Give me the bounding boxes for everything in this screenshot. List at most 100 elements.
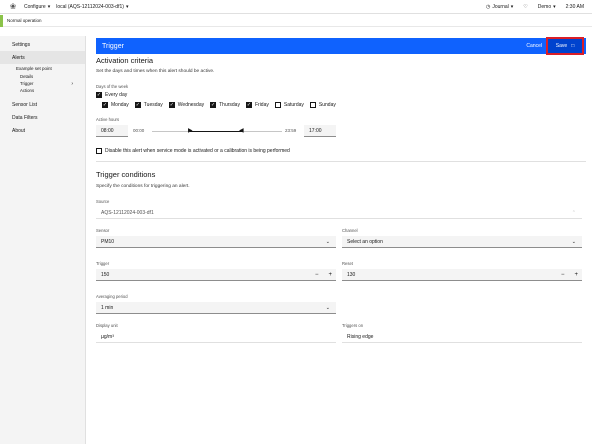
day-label: Saturday	[283, 102, 304, 108]
page-header: Trigger Cancel Save □	[96, 37, 586, 55]
slider-min-label: 00:00	[133, 128, 145, 133]
sidebar: Settings Alerts Example set point Detail…	[0, 36, 86, 444]
chevron-down-icon: ⌄	[325, 238, 330, 245]
save-icon: □	[571, 43, 575, 49]
configure-label: Configure	[24, 3, 46, 10]
sidebar-item-label: Alerts	[12, 54, 25, 61]
section-divider	[96, 161, 586, 162]
sidebar-item-label: Data Filters	[12, 114, 38, 121]
checkbox-box: ✓	[96, 91, 102, 98]
app-logo-icon[interactable]: ❀	[8, 2, 18, 12]
channel-select[interactable]: Select an option ⌄	[342, 236, 582, 248]
slider-start-handle[interactable]: ▶	[188, 128, 193, 134]
checkbox-box: ✓	[168, 101, 175, 108]
user-menu[interactable]: Demo ▾	[538, 4, 556, 10]
averaging-value: 1 min	[101, 304, 114, 311]
sidebar-item-label: Example set point	[16, 66, 52, 71]
reset-input[interactable]: 130 − +	[342, 269, 582, 281]
status-bar: Normal operation	[0, 14, 592, 27]
source-label: Source	[96, 199, 110, 204]
top-bar: ❀ Configure ▾ local (AQS-12112024-003-df…	[0, 0, 592, 14]
page-title: Trigger	[102, 42, 124, 50]
day-checkbox-saturday[interactable]: Saturday	[274, 102, 304, 108]
channel-label: Channel	[342, 228, 358, 233]
averaging-select[interactable]: 1 min ⌄	[96, 302, 336, 314]
sidebar-item-data-filters[interactable]: Data Filters	[0, 111, 85, 124]
reset-value: 130	[347, 271, 356, 278]
cancel-button[interactable]: Cancel	[526, 38, 542, 54]
start-time-input[interactable]: 08:00	[96, 125, 128, 137]
save-label: Save	[555, 43, 568, 49]
service-mode-label: Disable this alert when service mode is …	[105, 148, 290, 154]
device-label: local (AQS-12112024-003-df1)	[56, 3, 124, 10]
activation-description: Set the days and times when this alert s…	[96, 69, 215, 74]
day-checkbox-tuesday[interactable]: ✓ Tuesday	[134, 102, 163, 108]
day-label: Tuesday	[143, 102, 163, 108]
save-button[interactable]: Save □	[546, 37, 584, 55]
main-content: Trigger Cancel Save □ Activation criteri…	[96, 37, 586, 351]
day-checkbox-wednesday[interactable]: ✓ Wednesday	[168, 101, 204, 108]
journal-label: Journal	[492, 4, 509, 10]
checkbox-box	[96, 148, 102, 154]
display-unit-value: µg/m³	[96, 331, 336, 343]
sidebar-item-label: Details	[20, 74, 34, 79]
clock-time: 2:30 AM	[565, 4, 584, 10]
sensor-value: PM10	[101, 238, 115, 245]
source-value: AQS-12112024-003-df1	[101, 209, 154, 216]
day-checkbox-sunday[interactable]: Sunday	[309, 102, 336, 108]
sidebar-item-actions[interactable]: Actions	[0, 87, 85, 94]
sidebar-item-alerts[interactable]: Alerts	[0, 51, 85, 64]
display-unit-label: Display unit	[96, 323, 118, 328]
day-label: Sunday	[318, 102, 336, 108]
sidebar-item-label: Sensor List	[12, 101, 38, 108]
sidebar-item-label: About	[12, 127, 26, 134]
checkbox-box: ✓	[245, 101, 252, 108]
trigger-reset-row: Trigger 150 − + Reset 130 − +	[96, 261, 586, 289]
sidebar-item-example-set-point[interactable]: Example set point	[0, 64, 85, 73]
reset-label: Reset	[342, 261, 353, 266]
decrement-button[interactable]: −	[561, 272, 565, 278]
day-label: Monday	[111, 102, 129, 108]
sidebar-item-sensor-list[interactable]: Sensor List	[0, 98, 85, 111]
averaging-group: Averaging period 1 min ⌄	[96, 294, 336, 314]
active-hours-label: Active hours	[96, 117, 120, 122]
chevron-down-icon: ▾	[510, 4, 514, 10]
configure-menu[interactable]: Configure ▾	[24, 4, 50, 10]
journal-menu[interactable]: ◷ Journal ▾	[486, 4, 513, 10]
checkbox-box	[309, 102, 316, 108]
trigger-input[interactable]: 150 − +	[96, 269, 336, 281]
increment-button[interactable]: +	[328, 272, 332, 278]
day-checkbox-friday[interactable]: ✓ Friday	[245, 101, 269, 108]
unit-triggers-row: Display unit µg/m³ Triggers on Rising ed…	[96, 323, 586, 351]
sidebar-item-about[interactable]: About	[0, 124, 85, 137]
slider-range-fill	[190, 131, 242, 133]
trigger-value: 150	[101, 271, 110, 278]
day-checkbox-thursday[interactable]: ✓ Thursday	[210, 102, 240, 108]
sensor-channel-row: Sensor PM10 ⌄ Channel Select an option ⌄	[96, 228, 586, 256]
conditions-description: Specify the conditions for triggering an…	[96, 184, 190, 189]
increment-button[interactable]: +	[574, 272, 578, 278]
day-checkbox-monday[interactable]: ✓ Monday	[102, 102, 129, 108]
source-field: AQS-12112024-003-df1 ⌃	[96, 207, 582, 219]
every-day-label: Every day	[105, 92, 128, 98]
stepper: − +	[315, 272, 332, 278]
stepper: − +	[561, 272, 578, 278]
checkbox-box	[274, 102, 281, 108]
every-day-checkbox[interactable]: ✓ Every day	[96, 92, 586, 98]
checkbox-box: ✓	[210, 101, 217, 108]
sensor-label: Sensor	[96, 228, 110, 233]
sidebar-item-trigger[interactable]: Trigger ›	[0, 80, 85, 87]
day-label: Thursday	[219, 102, 240, 108]
status-indicator	[0, 14, 3, 27]
decrement-button[interactable]: −	[315, 272, 319, 278]
conditions-title: Trigger conditions	[96, 170, 156, 179]
sidebar-item-settings[interactable]: Settings	[0, 38, 85, 51]
slider-end-handle[interactable]: ◀	[239, 128, 244, 134]
device-selector[interactable]: local (AQS-12112024-003-df1) ▾	[56, 4, 128, 10]
end-time-input[interactable]: 17:00	[304, 125, 336, 137]
sidebar-item-label: Settings	[12, 41, 31, 48]
notification-bell-icon[interactable]: ♡	[523, 4, 527, 10]
sidebar-item-details[interactable]: Details	[0, 73, 85, 80]
sensor-select[interactable]: PM10 ⌄	[96, 236, 336, 248]
service-mode-checkbox[interactable]: Disable this alert when service mode is …	[96, 148, 586, 154]
